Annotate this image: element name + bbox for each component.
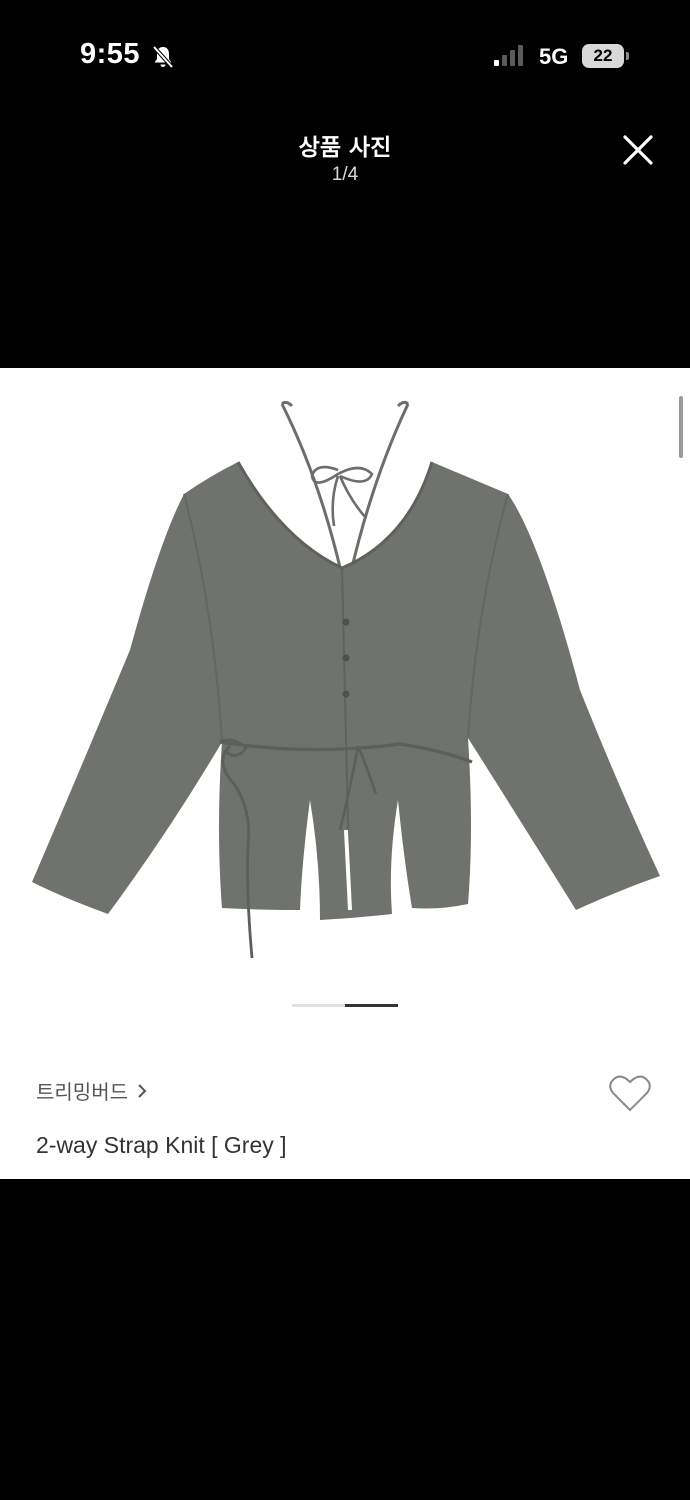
product-photo[interactable] [20, 390, 670, 980]
battery-icon: 22 [582, 44, 630, 68]
product-name: 2-way Strap Knit [ Grey ] [36, 1132, 287, 1158]
bell-slash-icon [152, 45, 174, 69]
image-pager [292, 1004, 398, 1008]
battery-tip [626, 52, 629, 60]
product-card: 트리밍버드 2-way Strap Knit [ Grey ] [0, 368, 690, 1179]
close-icon[interactable] [616, 128, 660, 172]
battery-body: 22 [582, 44, 624, 68]
heart-icon[interactable] [608, 1074, 652, 1114]
chevron-right-icon [138, 1083, 147, 1098]
network-type: 5G [539, 44, 569, 69]
status-time: 9:55 [80, 38, 141, 70]
page-title: 상품 사진 [298, 135, 392, 161]
scrollbar[interactable] [679, 396, 683, 458]
brand-name: 트리밍버드 [36, 1080, 128, 1104]
pager-dot-2[interactable] [345, 1004, 398, 1007]
battery-level: 22 [593, 46, 613, 65]
brand-link[interactable]: 트리밍버드 [36, 1076, 148, 1105]
viewer-header: 상품 사진 1/4 [0, 110, 690, 368]
status-bar: 9:55 5G 22 [0, 0, 690, 110]
pager-dot-1[interactable] [292, 1004, 345, 1007]
cellular-signal-icon [494, 45, 523, 66]
image-counter: 1/4 [331, 164, 359, 185]
